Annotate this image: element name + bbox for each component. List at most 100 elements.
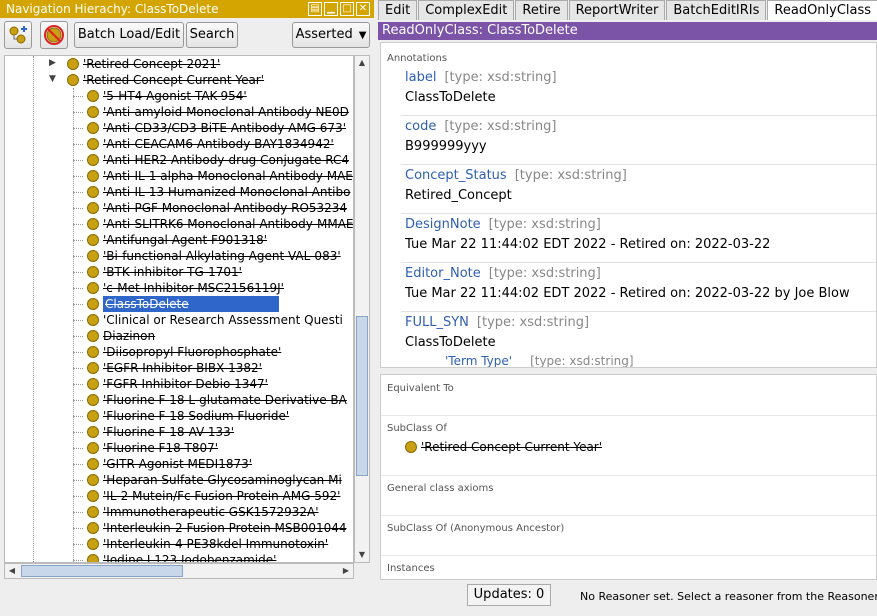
- search-button[interactable]: Search: [186, 22, 238, 48]
- tree-child-node[interactable]: 'IL-2 Mutein/Fc Fusion Protein AMG 592': [87, 488, 340, 504]
- delete-class-button[interactable]: [40, 21, 68, 49]
- tree-guide-branch: [73, 272, 83, 273]
- tree-child-node[interactable]: 'Anti-IL-13 Humanized Monoclonal Antibo: [87, 184, 350, 200]
- annotation-prop-name[interactable]: Concept_Status: [405, 168, 507, 183]
- updates-button[interactable]: Updates: 0: [467, 584, 551, 606]
- annotation-prop-name[interactable]: code: [405, 119, 436, 134]
- tree-child-node[interactable]: 'Clinical or Research Assessment Questi: [87, 312, 343, 328]
- tree-child-node[interactable]: 'Anti-SLITRK6 Monoclonal Antibody-MMAE: [87, 216, 353, 232]
- annotation-prop-code[interactable]: code [type: xsd:string]: [405, 119, 556, 134]
- class-hierarchy-tree[interactable]: ▶ 'Retired Concept 2021' ▼ 'Retired Concept…: [4, 55, 354, 563]
- annotation-prop-name[interactable]: FULL_SYN: [405, 315, 469, 330]
- tab-readonlyclass[interactable]: ReadOnlyClass: [767, 0, 877, 20]
- class-icon: [87, 266, 99, 278]
- annotation-prop-designnote[interactable]: DesignNote [type: xsd:string]: [405, 217, 601, 232]
- annotations-panel[interactable]: Annotations label [type: xsd:string] Clas…: [380, 42, 877, 368]
- annotation-prop-name[interactable]: Editor_Note: [405, 266, 481, 281]
- annotation-prop-concept-status[interactable]: Concept_Status [type: xsd:string]: [405, 168, 627, 183]
- tree-child-node[interactable]: 'GITR Agonist MEDI1873': [87, 456, 252, 472]
- tree-child-node[interactable]: 'c-Met Inhibitor MSC2156119J': [87, 280, 284, 296]
- tree-child-node[interactable]: 'Anti-CEACAM6 Antibody BAY1834942': [87, 136, 334, 152]
- tree-child-node[interactable]: 'EGFR Inhibitor BIBX 1382': [87, 360, 262, 376]
- scroll-up-icon[interactable]: ▲: [355, 56, 369, 70]
- vertical-scroll-thumb[interactable]: [356, 316, 368, 476]
- annotation-value: ClassToDelete: [405, 90, 496, 105]
- tree-horizontal-scrollbar[interactable]: ◀ ▶: [4, 563, 354, 579]
- tab-edit[interactable]: Edit: [378, 0, 418, 20]
- tree-guide-branch: [73, 512, 83, 513]
- tree-child-node[interactable]: 'Fluorine F 18-AV-133': [87, 424, 234, 440]
- tree-child-node[interactable]: 'BTK inhibitor TG-1701': [87, 264, 242, 280]
- class-description-panel[interactable]: Equivalent To SubClass Of 'Retired Conce…: [380, 374, 877, 580]
- class-icon: [87, 474, 99, 486]
- reasoner-status-text: No Reasoner set. Select a reasoner from …: [580, 590, 877, 603]
- panel-window-buttons: ▤ ▁ □ ✕: [308, 2, 370, 16]
- panel-close-icon[interactable]: ✕: [356, 2, 370, 16]
- tree-child-node[interactable]: 'FGFR Inhibitor Debio 1347': [87, 376, 268, 392]
- scroll-down-icon[interactable]: ▼: [355, 548, 369, 562]
- divider: [401, 164, 876, 165]
- tree-child-node[interactable]: 'Interleukin-4 PE38kdel Immunotoxin': [87, 536, 328, 552]
- annotation-prop-full-syn[interactable]: FULL_SYN [type: xsd:string]: [405, 315, 589, 330]
- tab-batcheditiris[interactable]: BatchEditIRIs: [666, 0, 767, 20]
- horizontal-scroll-thumb[interactable]: [21, 565, 183, 577]
- tree-child-node[interactable]: 'Fluorine F 18 Sodium Fluoride': [87, 408, 289, 424]
- tree-child-node[interactable]: 'Anti-CD33/CD3 BiTE Antibody AMG 673': [87, 120, 346, 136]
- chevron-down-icon: ▼: [358, 30, 367, 41]
- annotation-nested-term-type[interactable]: 'Term Type' [type: xsd:string]: [445, 354, 634, 367]
- tree-child-node[interactable]: 'Immunotherapeutic GSK1572932A': [87, 504, 319, 520]
- tree-child-node[interactable]: Diazinon: [87, 328, 155, 344]
- annotation-prop-name[interactable]: DesignNote: [405, 217, 481, 232]
- tree-child-node[interactable]: '5-HT4 Agonist TAK-954': [87, 88, 247, 104]
- panel-minimize-icon[interactable]: ▁: [324, 2, 338, 16]
- tree-child-node[interactable]: 'Iodine I 123 Iodobenzamide': [87, 552, 276, 562]
- tree-child-node[interactable]: 'Interleukin-2 Fusion Protein MSB001044: [87, 520, 347, 536]
- tree-child-node[interactable]: 'Bi-functional Alkylating Agent VAL-083': [87, 248, 341, 264]
- tree-child-node[interactable]: 'Fluorine F 18 L-glutamate Derivative BA: [87, 392, 347, 408]
- add-subclass-button[interactable]: [4, 21, 32, 49]
- tree-node-label: 'Bi-functional Alkylating Agent VAL-083': [103, 249, 341, 263]
- annotation-type: [type: xsd:string]: [444, 119, 557, 134]
- tree-child-node[interactable]: 'Anti-amyloid Monoclonal Antibody NE0D: [87, 104, 349, 120]
- divider: [381, 415, 876, 416]
- batch-load-edit-button[interactable]: Batch Load/Edit: [74, 22, 184, 48]
- subclass-of-item[interactable]: 'Retired Concept Current Year': [405, 439, 602, 455]
- collapsed-triangle-icon[interactable]: ▶: [49, 58, 56, 68]
- annotation-prop-name[interactable]: label: [405, 70, 436, 85]
- tree-parent-node[interactable]: 'Retired Concept 2021': [67, 56, 220, 72]
- class-icon: [87, 186, 99, 198]
- tree-node-label: 'Clinical or Research Assessment Questi: [103, 313, 343, 327]
- tree-parent-node[interactable]: 'Retired Concept Current Year': [67, 72, 264, 88]
- tree-child-node[interactable]: 'Anti-HER2 Antibody-drug Conjugate RC4: [87, 152, 349, 168]
- tab-reportwriter[interactable]: ReportWriter: [568, 0, 666, 20]
- tree-child-node[interactable]: ClassToDelete: [87, 296, 279, 312]
- tree-child-node[interactable]: 'Anti-PGF Monoclonal Antibody RO53234: [87, 200, 347, 216]
- class-icon: [87, 170, 99, 182]
- tree-child-node[interactable]: 'Antifungal Agent F901318': [87, 232, 267, 248]
- tree-child-node[interactable]: 'Fluorine F18 T807': [87, 440, 218, 456]
- tab-complexedit[interactable]: ComplexEdit: [418, 0, 515, 20]
- class-icon: [87, 234, 99, 246]
- scroll-left-icon[interactable]: ◀: [5, 564, 19, 578]
- panel-maximize-icon[interactable]: □: [340, 2, 354, 16]
- scroll-right-icon[interactable]: ▶: [339, 564, 353, 578]
- tree-child-node[interactable]: 'Anti-IL-1 alpha Monoclonal Antibody MAE: [87, 168, 353, 184]
- expanded-triangle-icon[interactable]: ▼: [49, 74, 56, 84]
- asserted-dropdown[interactable]: Asserted ▼: [292, 22, 370, 48]
- tree-child-node[interactable]: 'Heparan Sulfate Glycosaminoglycan Mi: [87, 472, 342, 488]
- annotation-prop-editor-note[interactable]: Editor_Note [type: xsd:string]: [405, 266, 601, 281]
- tree-guide-branch: [73, 352, 83, 353]
- tree-guide-line: [33, 56, 34, 562]
- add-subclass-icon: [9, 26, 27, 44]
- tree-guide-branch: [73, 416, 83, 417]
- equivalent-to-heading: Equivalent To: [387, 383, 454, 394]
- annotation-value: Tue Mar 22 11:44:02 EDT 2022 - Retired o…: [405, 237, 771, 252]
- tree-node-label: 'Anti-IL-1 alpha Monoclonal Antibody MAE: [103, 169, 353, 183]
- panel-menu-icon[interactable]: ▤: [308, 2, 322, 16]
- tree-vertical-scrollbar[interactable]: ▲ ▼: [354, 55, 370, 563]
- tree-child-node[interactable]: 'Diisopropyl Fluorophosphate': [87, 344, 281, 360]
- annotation-nested-prop-name[interactable]: 'Term Type': [445, 354, 512, 367]
- tab-retire[interactable]: Retire: [515, 0, 568, 20]
- annotation-prop-label[interactable]: label [type: xsd:string]: [405, 70, 557, 85]
- tree-node-label: 'Heparan Sulfate Glycosaminoglycan Mi: [103, 473, 342, 487]
